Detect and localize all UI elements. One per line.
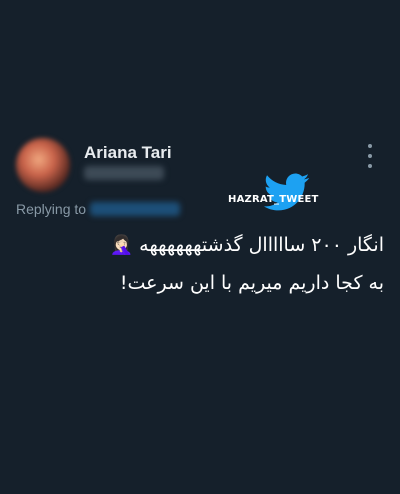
author-handle-blurred [84,166,164,180]
author-name[interactable]: Ariana Tari [84,143,172,163]
watermark-text: HAZRAT_TWEET [228,194,319,205]
tweet-text-line: انگار ۲۰۰ سااااال گذشتههههههه 🤦🏻‍♀️ [109,234,384,256]
twitter-bird-icon [263,173,310,211]
tweet-text-line: به کجا داریم میریم با این سرعت! [119,272,384,294]
replying-to-handle-blurred[interactable] [90,202,180,216]
replying-to-label: Replying to [16,201,87,217]
avatar[interactable] [16,138,70,192]
more-options-icon[interactable] [360,144,380,168]
tweet-text: انگار ۲۰۰ سااااال گذشتههههههه 🤦🏻‍♀️ به ک… [14,226,384,302]
